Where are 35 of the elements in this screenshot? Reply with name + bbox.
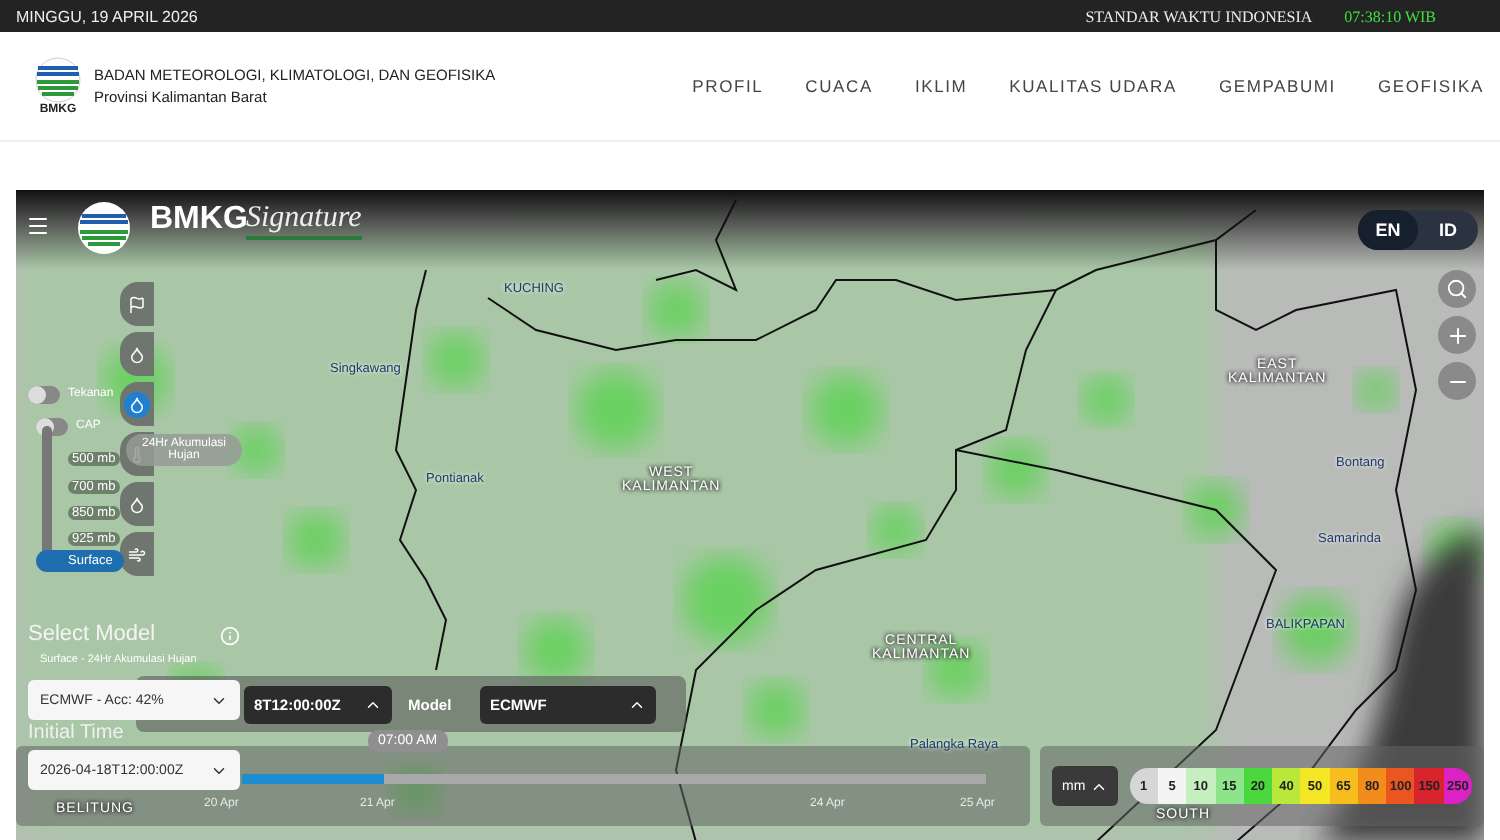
info-icon[interactable] <box>220 626 240 646</box>
logo-icon <box>34 56 82 104</box>
nav-link[interactable]: IKLIM <box>914 76 968 96</box>
timeline-track[interactable] <box>242 774 986 784</box>
layer-button[interactable] <box>120 282 154 326</box>
clock-time: 07:38:10 WIB <box>1344 7 1436 25</box>
layer-button[interactable] <box>120 482 154 526</box>
layer-button[interactable] <box>120 332 154 376</box>
chevron-up-icon <box>364 696 382 714</box>
brand-name: BMKG <box>150 202 248 238</box>
nav-link[interactable]: KUALITAS UDARA <box>1009 76 1177 96</box>
timezone-label: STANDAR WAKTU INDONESIA <box>1085 7 1313 25</box>
layer-button[interactable] <box>120 382 154 426</box>
chevron-up-icon <box>628 696 646 714</box>
nav-link[interactable]: GEMPABUMI <box>1218 76 1336 96</box>
brand-logo-icon <box>76 200 132 256</box>
initial-time-label: Initial Time <box>28 722 124 744</box>
date-text: MINGGU, 19 APRIL 2026 <box>16 7 200 25</box>
brand-script-text: Signature <box>246 202 362 240</box>
droplet-icon <box>128 345 146 363</box>
layer-button[interactable] <box>120 532 154 576</box>
select-model-title: Select Model <box>28 622 156 646</box>
wind-icon <box>128 545 146 563</box>
toggle-switch[interactable] <box>28 386 60 404</box>
nav-link[interactable]: PROFIL <box>692 76 764 96</box>
nav-link[interactable]: CUACA <box>805 76 873 96</box>
droplet-icon <box>128 395 146 413</box>
plus-icon <box>1445 323 1469 347</box>
language-option[interactable]: EN <box>1358 210 1418 250</box>
flag-icon <box>128 295 146 313</box>
nav-link[interactable]: GEOFISIKA <box>1377 76 1484 96</box>
droplet-icon <box>128 495 146 513</box>
menu-button[interactable] <box>26 214 50 238</box>
search-icon <box>1446 278 1468 300</box>
language-option[interactable]: ID <box>1418 210 1478 250</box>
